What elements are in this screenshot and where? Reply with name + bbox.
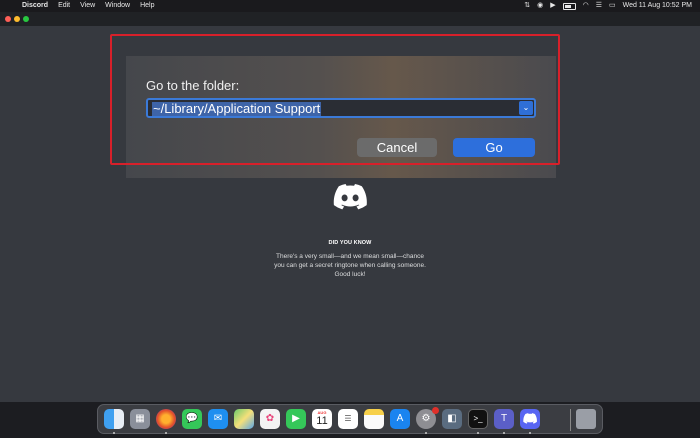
facetime-icon[interactable]: ▶ bbox=[286, 409, 306, 429]
notification-badge bbox=[432, 407, 439, 414]
discord-window: Go to the folder: ~/Library/Application … bbox=[0, 12, 700, 402]
running-indicator bbox=[503, 432, 505, 434]
finder-icon[interactable] bbox=[104, 409, 124, 429]
running-indicator bbox=[529, 432, 531, 434]
menu-help[interactable]: Help bbox=[140, 0, 154, 12]
maps-icon[interactable] bbox=[234, 409, 254, 429]
reminders-icon[interactable]: ☰ bbox=[338, 409, 358, 429]
display-icon[interactable]: ▭ bbox=[609, 0, 616, 12]
discord-icon[interactable] bbox=[520, 409, 540, 429]
play-icon[interactable]: ▶ bbox=[550, 0, 555, 12]
running-indicator bbox=[165, 432, 167, 434]
system-preferences-icon[interactable]: ⚙ bbox=[416, 407, 439, 429]
menu-bar: Discord Edit View Window Help ⇅ ◉ ▶ ◠ ☰ … bbox=[0, 0, 700, 12]
trash-icon[interactable] bbox=[576, 409, 596, 429]
app-store-icon[interactable]: A bbox=[390, 409, 410, 429]
calendar-day: 11 bbox=[316, 415, 328, 427]
minimize-window-button[interactable] bbox=[14, 16, 20, 22]
launchpad-icon[interactable]: ▦ bbox=[130, 409, 150, 429]
preview-icon[interactable]: ◧ bbox=[442, 409, 462, 429]
discord-glyph-icon bbox=[523, 413, 537, 424]
teams-icon[interactable]: T bbox=[494, 409, 514, 429]
menu-edit[interactable]: Edit bbox=[58, 0, 70, 12]
close-window-button[interactable] bbox=[5, 16, 11, 22]
photos-icon[interactable]: ✿ bbox=[260, 409, 280, 429]
wifi-icon[interactable]: ◠ bbox=[583, 0, 589, 12]
menu-view[interactable]: View bbox=[80, 0, 95, 12]
clock-text[interactable]: Wed 11 Aug 10:52 PM bbox=[623, 0, 692, 12]
zoom-window-button[interactable] bbox=[23, 16, 29, 22]
record-icon[interactable]: ◉ bbox=[537, 0, 543, 12]
discord-logo-icon bbox=[333, 184, 367, 210]
dock: ▦ 💬 ✉ ✿ ▶ AUG 11 ☰ A ⚙ ◧ >_ T bbox=[97, 404, 603, 434]
dock-separator bbox=[570, 409, 571, 431]
loading-tip-text: There's a very small—and we mean small—c… bbox=[274, 253, 426, 278]
notes-icon[interactable] bbox=[364, 409, 384, 429]
firefox-icon[interactable] bbox=[156, 409, 176, 429]
running-indicator bbox=[477, 432, 479, 434]
menu-app-name[interactable]: Discord bbox=[22, 0, 48, 12]
menu-window[interactable]: Window bbox=[105, 0, 130, 12]
terminal-icon[interactable]: >_ bbox=[468, 409, 488, 429]
mail-icon[interactable]: ✉ bbox=[208, 409, 228, 429]
battery-icon[interactable] bbox=[562, 2, 576, 10]
sync-icon[interactable]: ⇅ bbox=[524, 0, 530, 12]
control-center-icon[interactable]: ☰ bbox=[596, 0, 602, 12]
messages-icon[interactable]: 💬 bbox=[182, 409, 202, 429]
running-indicator bbox=[113, 432, 115, 434]
status-area: ⇅ ◉ ▶ ◠ ☰ ▭ Wed 11 Aug 10:52 PM bbox=[524, 0, 692, 12]
did-you-know-heading: DID YOU KNOW bbox=[328, 240, 372, 246]
annotation-highlight-box bbox=[110, 34, 560, 165]
running-indicator bbox=[425, 432, 427, 434]
calendar-icon[interactable]: AUG 11 bbox=[312, 409, 332, 429]
title-bar bbox=[0, 12, 700, 26]
